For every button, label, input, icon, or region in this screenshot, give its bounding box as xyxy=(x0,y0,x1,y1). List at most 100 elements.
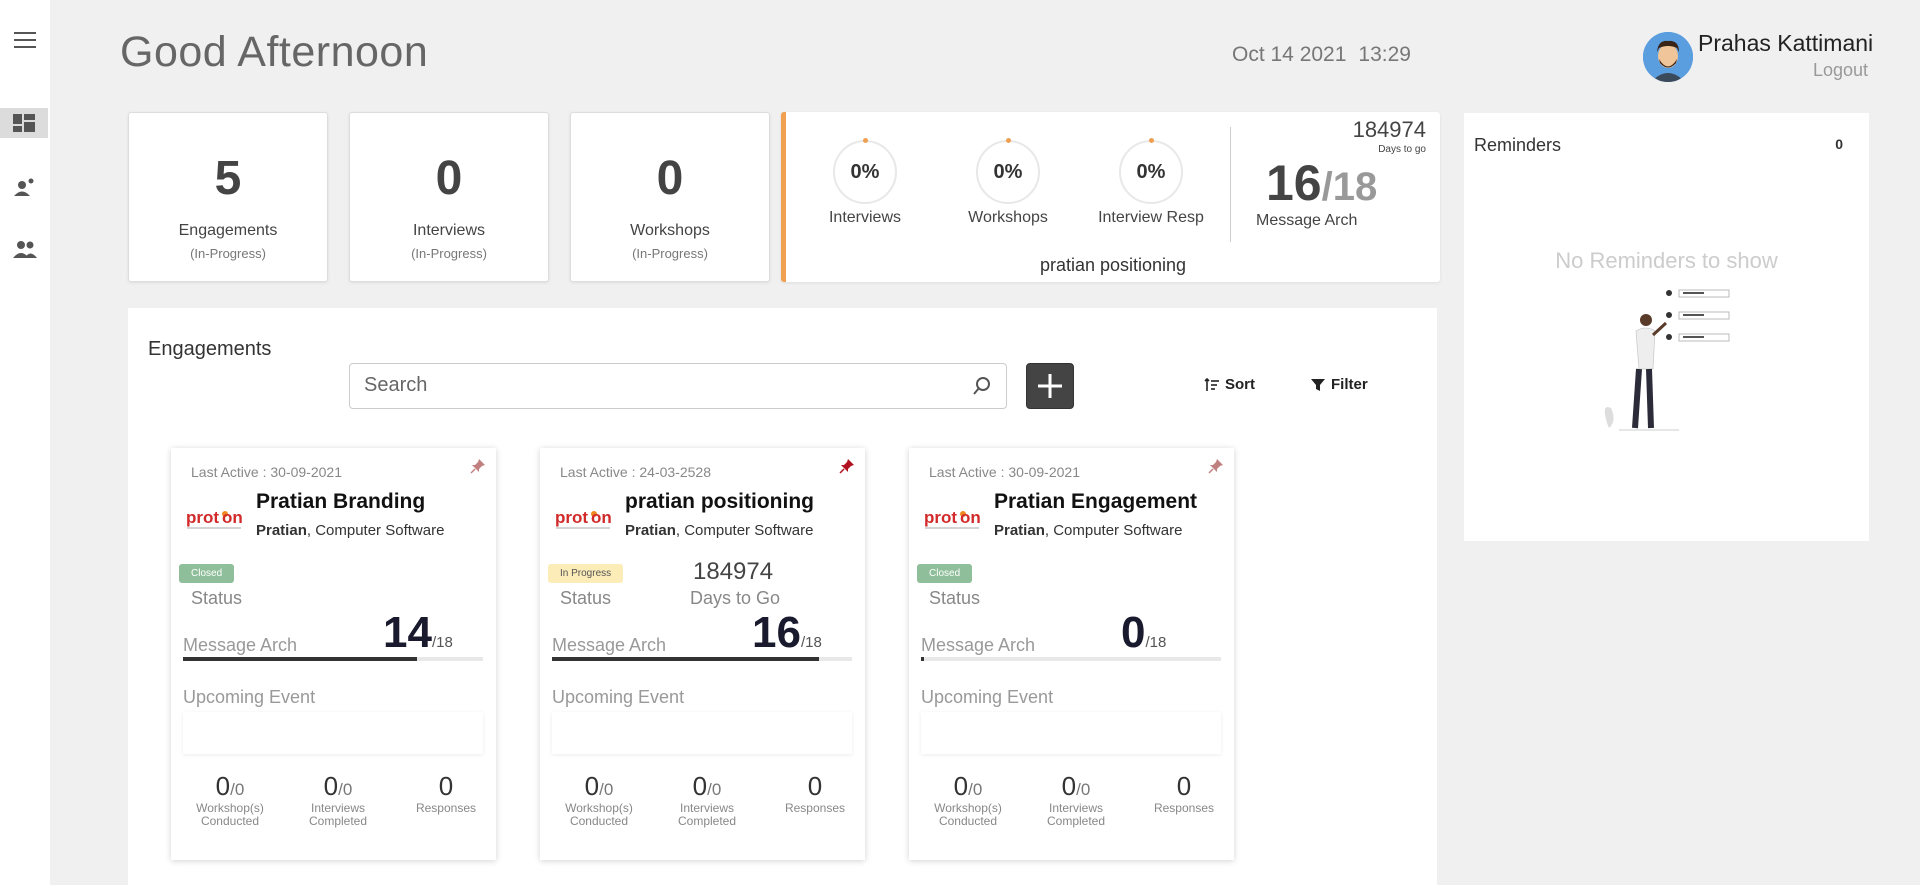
stat-card-interviews[interactable]: 0 Interviews (In-Progress) xyxy=(349,112,549,282)
reminders-panel: Reminders 0 No Reminders to show xyxy=(1464,113,1869,541)
stat-label: Workshops xyxy=(630,222,710,239)
metric-num: 0 xyxy=(438,771,454,801)
company-name: Pratian xyxy=(625,522,676,539)
sort-button[interactable]: Sort xyxy=(1204,376,1255,393)
time-text: 13:29 xyxy=(1358,43,1411,66)
upcoming-event-label: Upcoming Event xyxy=(552,687,685,707)
metric-label: Interviews Completed xyxy=(677,801,737,829)
arch-den: /18 xyxy=(800,634,822,651)
company-logo: prot on xyxy=(185,506,243,534)
empty-illustration xyxy=(1589,273,1749,448)
upcoming-event-box xyxy=(552,712,852,754)
no-reminders-text: No Reminders to show xyxy=(1555,248,1778,273)
message-arch-label: Message Arch xyxy=(921,635,1036,655)
message-arch-value: 16/18 xyxy=(752,608,822,658)
metric-label: Responses xyxy=(784,801,846,815)
message-arch-label: Message Arch xyxy=(1256,212,1358,229)
industry: , Computer Software xyxy=(1044,522,1183,539)
arch-num: 16 xyxy=(1266,155,1322,211)
search-box xyxy=(349,363,1007,409)
engagement-name[interactable]: pratian positioning xyxy=(625,490,814,514)
filter-label: Filter xyxy=(1331,376,1368,393)
svg-text:on: on xyxy=(960,508,981,527)
search-icon[interactable] xyxy=(972,376,992,401)
upcoming-event-label: Upcoming Event xyxy=(183,687,316,707)
status-label: Status xyxy=(560,588,612,608)
upcoming-event-label: Upcoming Event xyxy=(921,687,1054,707)
pin-icon[interactable] xyxy=(470,458,486,479)
svg-text:prot: prot xyxy=(186,508,219,527)
stat-sub: (In-Progress) xyxy=(632,246,708,261)
engagements-panel: Engagements Sort Filter Last Active : 30… xyxy=(128,308,1437,885)
dashboard-icon[interactable] xyxy=(0,108,48,138)
search-input[interactable] xyxy=(364,374,944,397)
interviews-progress-ring: 0% xyxy=(833,138,897,204)
status-label: Status xyxy=(191,588,243,608)
engagement-card[interactable]: Last Active : 30-09-2021 prot on Pratian Br… xyxy=(171,448,496,860)
stat-value: 5 xyxy=(214,152,242,205)
upcoming-event-box xyxy=(921,712,1221,754)
engagement-card[interactable]: Last Active : 24-03-2528 prot on pratian po… xyxy=(540,448,865,860)
metric-num: 0 xyxy=(1061,771,1077,801)
metric-label: Workshop(s) Conducted xyxy=(196,801,264,829)
status-label: Status xyxy=(929,588,981,608)
stat-card-workshops[interactable]: 0 Workshops (In-Progress) xyxy=(570,112,770,282)
sidebar xyxy=(0,0,50,885)
metric-num: 0 xyxy=(1176,771,1192,801)
message-arch-progress xyxy=(552,657,852,661)
stat-label: Interviews xyxy=(412,222,486,239)
sort-icon xyxy=(1204,377,1219,391)
metric-label: Workshop(s) Conducted xyxy=(565,801,633,829)
stat-card-engagements[interactable]: 5 Engagements (In-Progress) xyxy=(128,112,328,282)
logout-link[interactable]: Logout xyxy=(1813,60,1868,81)
status-badge: In Progress xyxy=(548,564,624,583)
pin-icon[interactable] xyxy=(839,458,855,479)
metric-num: 0 xyxy=(323,771,339,801)
metric-den: /0 xyxy=(1076,780,1091,799)
datetime: Oct 14 2021 13:29 xyxy=(1232,43,1411,67)
company-logo: prot on xyxy=(923,506,981,534)
progress-fill xyxy=(183,657,417,661)
days-to-go-label: Days to go xyxy=(1378,144,1426,155)
metric: 0/0 Interviews Completed xyxy=(1021,771,1131,828)
engagement-name[interactable]: Pratian Branding xyxy=(256,490,425,514)
metric-den: /0 xyxy=(230,780,245,799)
person-icon[interactable] xyxy=(12,175,38,199)
filter-button[interactable]: Filter xyxy=(1310,376,1368,393)
industry: , Computer Software xyxy=(306,522,445,539)
days-to-go-label: Days to Go xyxy=(690,588,781,608)
interview-resp-progress-ring: 0% xyxy=(1119,138,1183,204)
stat-label: Engagements xyxy=(178,222,278,239)
group-icon[interactable] xyxy=(12,237,38,261)
project-summary-card[interactable]: 0% Interviews 0% Workshops 0% Interview … xyxy=(781,112,1440,282)
metric-num: 0 xyxy=(692,771,708,801)
metric-den: /0 xyxy=(338,780,353,799)
metric-den: /0 xyxy=(599,780,614,799)
message-arch-value: 0/18 xyxy=(1121,608,1166,658)
pin-icon[interactable] xyxy=(1208,458,1224,479)
greeting: Good Afternoon xyxy=(120,28,429,76)
engagement-name[interactable]: Pratian Engagement xyxy=(994,490,1197,514)
status-badge: Closed xyxy=(179,564,235,583)
message-arch-label: Message Arch xyxy=(183,635,298,655)
company-info: Pratian, Computer Software xyxy=(625,522,813,539)
filter-icon xyxy=(1311,378,1325,391)
metric-label: Workshop(s) Conducted xyxy=(934,801,1002,829)
stat-value: 0 xyxy=(435,152,463,205)
user-name: Prahas Kattimani xyxy=(1698,30,1874,56)
status-badge: Closed xyxy=(917,564,973,583)
date-text: Oct 14 2021 xyxy=(1232,43,1347,66)
add-engagement-button[interactable] xyxy=(1026,363,1074,409)
company-name: Pratian xyxy=(994,522,1045,539)
avatar[interactable] xyxy=(1643,32,1693,82)
industry: , Computer Software xyxy=(675,522,814,539)
metric-den: /0 xyxy=(968,780,983,799)
metric-label: Responses xyxy=(1153,801,1215,815)
hamburger-icon[interactable] xyxy=(12,28,38,52)
metric: 0 Responses xyxy=(1129,771,1239,815)
metric: 0/0 Workshop(s) Conducted xyxy=(175,771,285,828)
metric: 0/0 Interviews Completed xyxy=(652,771,762,828)
company-logo: prot on xyxy=(554,506,612,534)
engagement-card[interactable]: Last Active : 30-09-2021 prot on Pratian En… xyxy=(909,448,1234,860)
metric-label: Interviews Completed xyxy=(308,801,368,829)
